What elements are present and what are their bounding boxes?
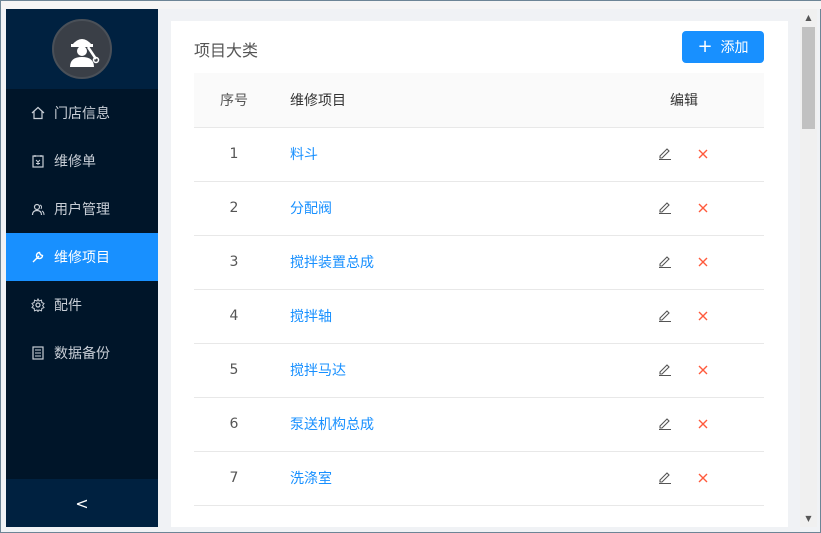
scrollbar-thumb[interactable] bbox=[802, 27, 815, 129]
delete-close-icon[interactable] bbox=[694, 199, 712, 217]
table-header-row: 序号 维修项目 编辑 bbox=[194, 73, 764, 128]
edit-pencil-icon[interactable] bbox=[656, 198, 674, 216]
plus-icon: + bbox=[697, 36, 713, 57]
repair-item-link[interactable]: 搅拌马达 bbox=[290, 363, 346, 379]
table-row: 4 搅拌轴 bbox=[194, 289, 764, 344]
delete-close-icon[interactable] bbox=[694, 415, 712, 433]
row-index: 4 bbox=[194, 289, 274, 344]
home-icon bbox=[30, 105, 46, 121]
row-index: 2 bbox=[194, 181, 274, 236]
sidebar-item-label: 维修单 bbox=[54, 154, 96, 170]
repair-item-link[interactable]: 泵送机构总成 bbox=[290, 417, 374, 433]
sidebar-menu: 门店信息 维修单 用户管理 维修项目 配件 数据备份 bbox=[6, 89, 158, 377]
header-repair-item: 维修项目 bbox=[274, 73, 604, 128]
repair-item-link[interactable]: 料斗 bbox=[290, 147, 318, 163]
edit-pencil-icon[interactable] bbox=[656, 360, 674, 378]
sidebar-item-store-info[interactable]: 门店信息 bbox=[6, 89, 158, 137]
logo-area bbox=[6, 9, 158, 89]
delete-close-icon[interactable] bbox=[694, 469, 712, 487]
sidebar-item-repair-orders[interactable]: 维修单 bbox=[6, 137, 158, 185]
order-icon bbox=[30, 153, 46, 169]
edit-pencil-icon[interactable] bbox=[656, 252, 674, 270]
edit-pencil-icon[interactable] bbox=[656, 414, 674, 432]
sidebar-item-repair-items[interactable]: 维修项目 bbox=[6, 233, 158, 281]
delete-close-icon[interactable] bbox=[694, 145, 712, 163]
sidebar-item-user-management[interactable]: 用户管理 bbox=[6, 185, 158, 233]
header-index: 序号 bbox=[194, 73, 274, 128]
repair-items-table: 序号 维修项目 编辑 1 料斗 2 分配阀 3 搅拌装置总成 4 搅拌轴 5 搅… bbox=[194, 73, 764, 506]
scroll-down-arrow-icon[interactable]: ▼ bbox=[800, 510, 817, 527]
table-row: 7 洗涤室 bbox=[194, 451, 764, 506]
app-window: 门店信息 维修单 用户管理 维修项目 配件 数据备份 < 项目大类 + 添加 序… bbox=[0, 0, 821, 533]
wrench-icon bbox=[30, 249, 46, 265]
delete-close-icon[interactable] bbox=[694, 253, 712, 271]
row-index: 6 bbox=[194, 397, 274, 452]
gear-icon bbox=[30, 297, 46, 313]
table-row: 3 搅拌装置总成 bbox=[194, 235, 764, 290]
delete-close-icon[interactable] bbox=[694, 307, 712, 325]
sidebar-item-parts[interactable]: 配件 bbox=[6, 281, 158, 329]
delete-close-icon[interactable] bbox=[694, 361, 712, 379]
mechanic-logo-icon bbox=[52, 19, 112, 79]
add-button[interactable]: + 添加 bbox=[682, 31, 764, 63]
main-card: 项目大类 + 添加 序号 维修项目 编辑 1 料斗 2 分配阀 3 搅拌装置总成… bbox=[171, 21, 788, 527]
window-top-edge bbox=[1, 1, 821, 9]
table-row: 1 料斗 bbox=[194, 127, 764, 182]
page-title: 项目大类 bbox=[194, 41, 259, 60]
sidebar: 门店信息 维修单 用户管理 维修项目 配件 数据备份 < bbox=[6, 9, 158, 527]
backup-icon bbox=[30, 345, 46, 361]
sidebar-item-label: 门店信息 bbox=[54, 106, 110, 122]
sidebar-collapse-button[interactable]: < bbox=[6, 479, 158, 527]
edit-pencil-icon[interactable] bbox=[656, 144, 674, 162]
sidebar-item-label: 配件 bbox=[54, 298, 82, 314]
table-row: 2 分配阀 bbox=[194, 181, 764, 236]
header-edit: 编辑 bbox=[604, 73, 764, 128]
row-index: 1 bbox=[194, 127, 274, 182]
sidebar-item-label: 维修项目 bbox=[54, 250, 110, 266]
users-icon bbox=[30, 201, 46, 217]
row-index: 5 bbox=[194, 343, 274, 398]
sidebar-item-label: 用户管理 bbox=[54, 202, 110, 218]
sidebar-item-label: 数据备份 bbox=[54, 346, 110, 362]
chevron-left-icon: < bbox=[75, 493, 89, 513]
repair-item-link[interactable]: 搅拌装置总成 bbox=[290, 255, 374, 271]
edit-pencil-icon[interactable] bbox=[656, 306, 674, 324]
scroll-up-arrow-icon[interactable]: ▲ bbox=[800, 9, 817, 26]
row-index: 3 bbox=[194, 235, 274, 290]
sidebar-item-data-backup[interactable]: 数据备份 bbox=[6, 329, 158, 377]
table-row: 5 搅拌马达 bbox=[194, 343, 764, 398]
repair-item-link[interactable]: 洗涤室 bbox=[290, 471, 332, 487]
repair-item-link[interactable]: 搅拌轴 bbox=[290, 309, 332, 325]
edit-pencil-icon[interactable] bbox=[656, 468, 674, 486]
vertical-scrollbar[interactable]: ▲ ▼ bbox=[800, 9, 817, 527]
repair-item-link[interactable]: 分配阀 bbox=[290, 201, 332, 217]
row-index: 7 bbox=[194, 451, 274, 506]
table-body: 1 料斗 2 分配阀 3 搅拌装置总成 4 搅拌轴 5 搅拌马达 6 泵送机构总… bbox=[194, 127, 764, 506]
add-button-label: 添加 bbox=[720, 40, 749, 56]
table-row: 6 泵送机构总成 bbox=[194, 397, 764, 452]
